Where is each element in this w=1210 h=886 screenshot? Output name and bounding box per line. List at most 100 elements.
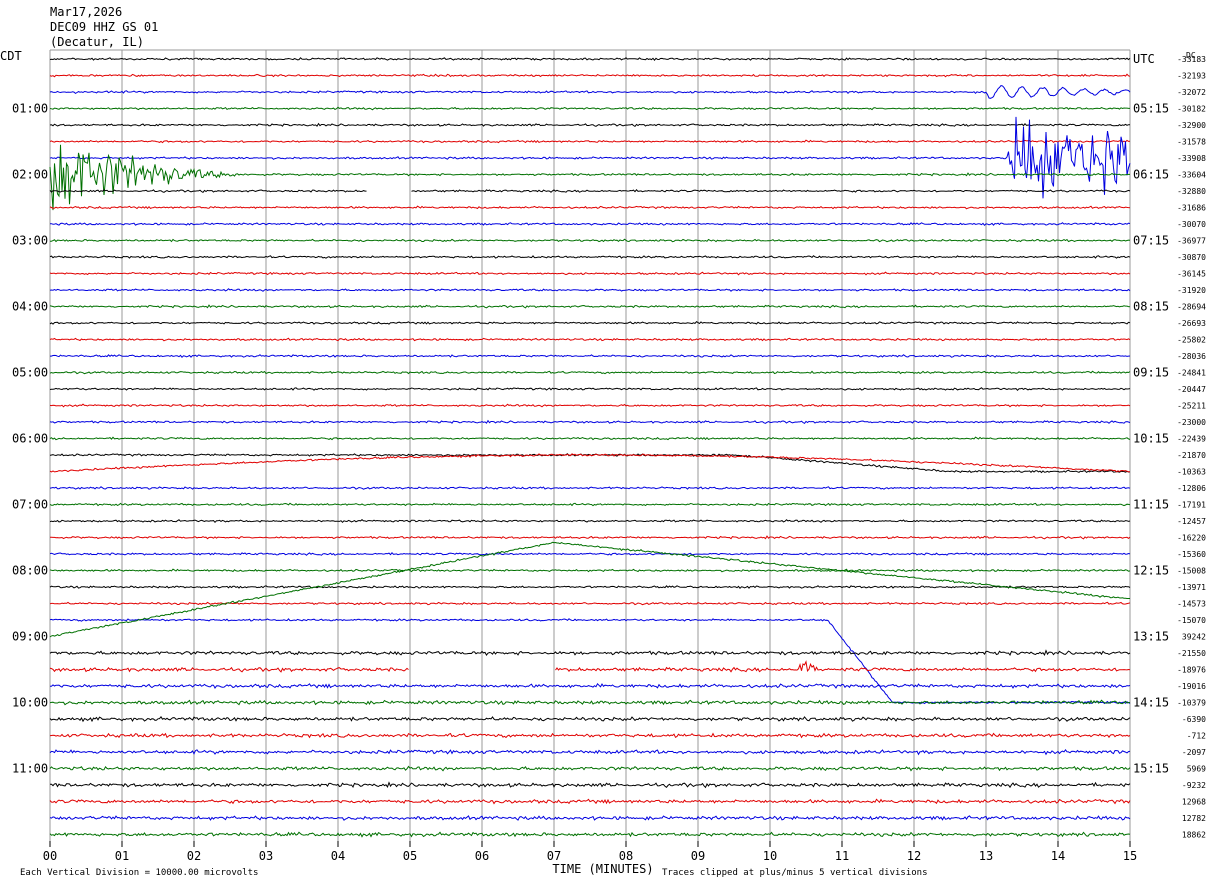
trace-row-5 xyxy=(49,139,1131,144)
x-tick-label: 03 xyxy=(259,849,273,863)
trace-row-20 xyxy=(49,387,1131,392)
left-hour-label: 09:00 xyxy=(12,630,48,644)
grid-lines xyxy=(49,49,1131,843)
dc-offset-label: -30070 xyxy=(1177,220,1206,229)
left-hour-label: 02:00 xyxy=(12,168,48,182)
right-hour-label: 11:15 xyxy=(1133,498,1169,512)
trace-row-25 xyxy=(49,453,1131,473)
trace-row-4 xyxy=(49,122,1131,128)
dc-offset-label: 5969 xyxy=(1187,765,1206,774)
x-tick-label: 15 xyxy=(1123,849,1137,863)
dc-offset-label: -25211 xyxy=(1177,402,1206,411)
dc-offset-label: -23000 xyxy=(1177,418,1206,427)
trace-row-10 xyxy=(50,222,1131,227)
left-hour-label: 01:00 xyxy=(12,102,48,116)
scale-note: Each Vertical Division = 10000.00 microv… xyxy=(20,868,258,878)
right-hour-label: 07:15 xyxy=(1133,234,1169,248)
dc-offset-label: -24841 xyxy=(1177,369,1206,378)
dc-offset-label: -10379 xyxy=(1177,699,1206,708)
dc-offset-label: -22439 xyxy=(1177,435,1206,444)
trace-row-33 xyxy=(49,601,1131,606)
dc-offset-label: -32880 xyxy=(1177,187,1206,196)
x-tick-label: 09 xyxy=(691,849,705,863)
dc-offset-label: -18976 xyxy=(1177,666,1206,675)
trace-row-6 xyxy=(49,116,1131,199)
trace-row-44 xyxy=(50,781,1131,789)
dc-offset-label: -28036 xyxy=(1177,352,1206,361)
dc-offset-label: -31578 xyxy=(1177,138,1206,147)
x-tick-label: 02 xyxy=(187,849,201,863)
trace-row-9 xyxy=(49,205,1131,210)
x-tick-label: 01 xyxy=(115,849,129,863)
trace-row-41 xyxy=(49,732,1131,739)
left-hour-label: 10:00 xyxy=(12,696,48,710)
dc-offset-label: -31920 xyxy=(1177,286,1206,295)
dc-offset-label: -32900 xyxy=(1177,121,1206,130)
trace-row-42 xyxy=(49,748,1131,756)
trace-row-21 xyxy=(49,403,1131,408)
station-label: DEC09 HHZ GS 01 xyxy=(50,20,158,34)
left-hour-label: 03:00 xyxy=(12,234,48,248)
x-tick-label: 00 xyxy=(43,849,57,863)
trace-row-47 xyxy=(49,831,1131,838)
x-tick-label: 07 xyxy=(547,849,561,863)
dc-offset-label: -15360 xyxy=(1177,550,1206,559)
x-tick-label: 08 xyxy=(619,849,633,863)
dc-offset-label: -25802 xyxy=(1177,336,1206,345)
trace-row-37 xyxy=(555,660,1131,673)
right-hour-label: 10:15 xyxy=(1133,432,1169,446)
x-tick-label: 10 xyxy=(763,849,777,863)
dc-offset-label: -36977 xyxy=(1177,237,1206,246)
trace-row-23 xyxy=(49,436,1131,441)
dc-offset-label: -36145 xyxy=(1177,270,1206,279)
trace-row-11 xyxy=(49,238,1131,243)
dc-offset-label: -19016 xyxy=(1177,682,1206,691)
left-hour-label: 04:00 xyxy=(12,300,48,314)
trace-row-8 xyxy=(49,189,367,194)
trace-row-3 xyxy=(49,106,1130,111)
trace-row-24 xyxy=(49,453,1131,474)
trace-row-7 xyxy=(49,144,1130,211)
trace-row-38 xyxy=(49,682,1131,689)
dc-offset-label: -712 xyxy=(1187,732,1206,741)
x-tick-label: 14 xyxy=(1051,849,1065,863)
trace-row-17 xyxy=(49,337,1131,342)
dc-offset-label: -21550 xyxy=(1177,649,1206,658)
x-tick-label: 11 xyxy=(835,849,849,863)
dc-offset-label: -30870 xyxy=(1177,253,1206,262)
dc-offset-label: -15008 xyxy=(1177,567,1206,576)
trace-row-12 xyxy=(49,255,1131,259)
dc-offset-label: 18862 xyxy=(1182,831,1206,840)
trace-row-40 xyxy=(49,715,1131,723)
x-tick-label: 13 xyxy=(979,849,993,863)
left-hour-label: 06:00 xyxy=(12,432,48,446)
clip-note: Traces clipped at plus/minus 5 vertical … xyxy=(662,868,928,878)
right-hour-label: 15:15 xyxy=(1133,762,1169,776)
right-hour-label: 13:15 xyxy=(1133,630,1169,644)
left-hour-label: 11:00 xyxy=(12,762,48,776)
dc-offset-label: -13971 xyxy=(1177,583,1206,592)
dc-offset-label: -21870 xyxy=(1177,451,1206,460)
trace-row-34 xyxy=(49,618,1131,705)
right-hour-label: 12:15 xyxy=(1133,564,1169,578)
trace-row-22 xyxy=(49,419,1131,425)
x-tick-label: 04 xyxy=(331,849,345,863)
trace-row-28 xyxy=(49,519,1131,524)
helicorder-chart: Mar17,2026 DEC09 HHZ GS 01 (Decatur, IL)… xyxy=(0,5,1206,878)
trace-row-36 xyxy=(49,649,1131,657)
right-hour-label: UTC xyxy=(1133,52,1155,66)
trace-row-1 xyxy=(49,73,1131,78)
location-label: (Decatur, IL) xyxy=(50,35,144,49)
trace-row-30 xyxy=(49,552,1131,556)
trace-row-27 xyxy=(49,502,1131,507)
right-hour-label: 09:15 xyxy=(1133,366,1169,380)
trace-row-29 xyxy=(50,535,1131,540)
trace-row-35 xyxy=(49,541,1130,638)
dc-offset-label: 12782 xyxy=(1182,814,1206,823)
right-hour-label: 14:15 xyxy=(1133,696,1169,710)
left-hour-label: 05:00 xyxy=(12,366,48,380)
dc-offset-label: -33183 xyxy=(1177,55,1206,64)
left-hour-label: 07:00 xyxy=(12,498,48,512)
dc-offset-label: -32193 xyxy=(1177,72,1206,81)
trace-row-43 xyxy=(49,765,1131,772)
